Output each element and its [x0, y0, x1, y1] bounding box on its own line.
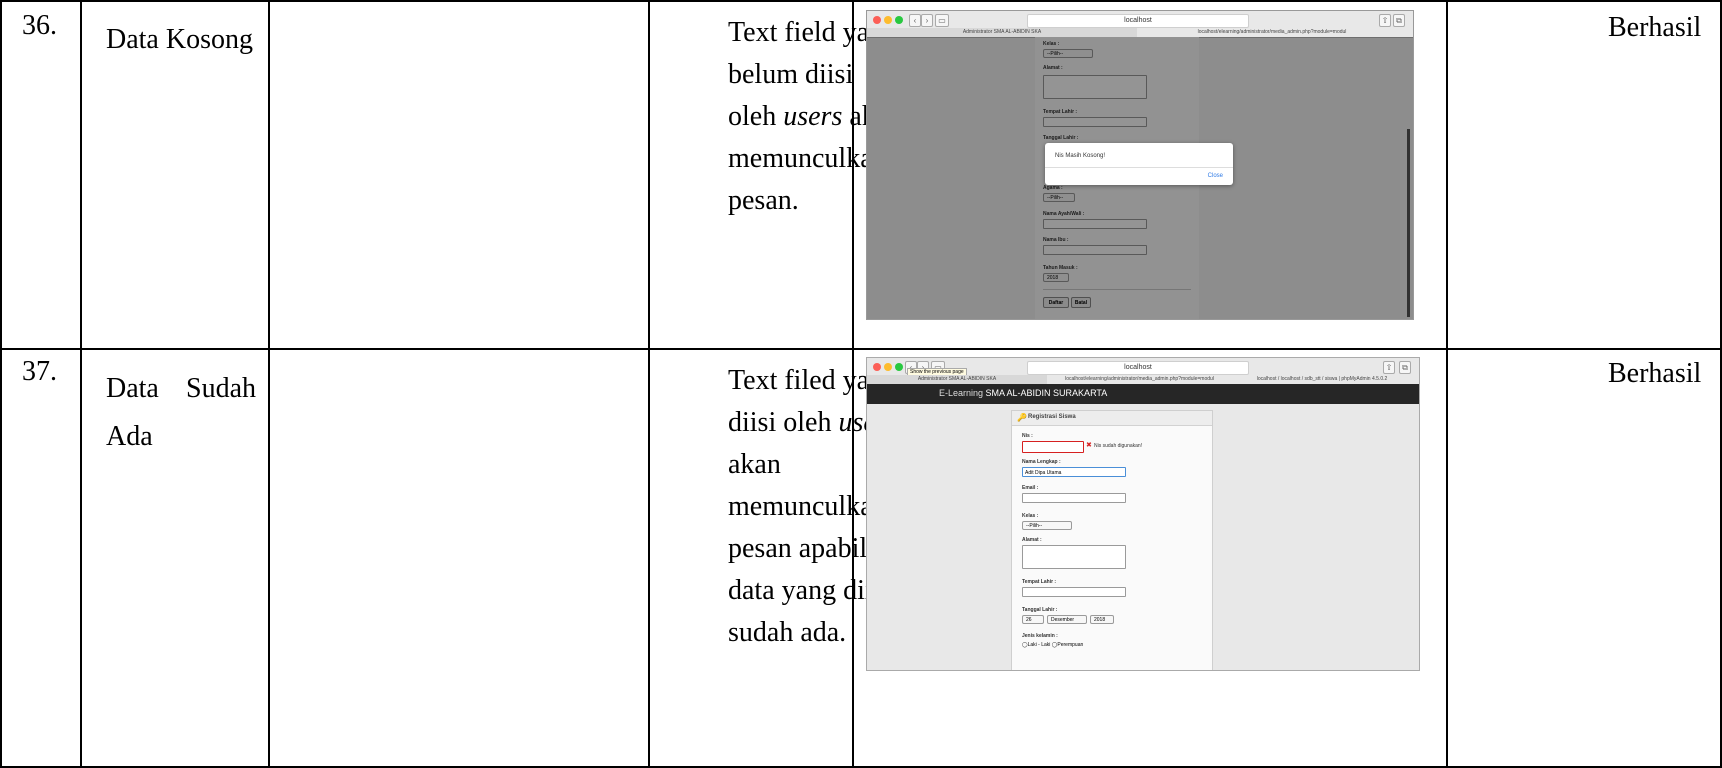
scenario-line: Data Sudah [106, 365, 256, 413]
tabs-icon[interactable]: ⧉ [1399, 361, 1411, 374]
label-alamat: Alamat : [1022, 537, 1042, 543]
scenario-label: Data Sudah Ada [106, 365, 256, 461]
maximize-dot-icon [895, 363, 903, 371]
alert-dialog: Nis Masih Kosong! Close [1045, 143, 1233, 185]
tab-media-admin[interactable]: localhost/elearning/administrator/media_… [1137, 28, 1407, 37]
label-tempat-lahir: Tempat Lahir : [1022, 579, 1057, 585]
panel-title: Registrasi Siswa [1028, 414, 1076, 420]
label-kelas: Kelas : [1022, 513, 1039, 519]
error-icon: ✖ [1086, 442, 1092, 449]
nis-error-message: Nis sudah digunakan! [1094, 443, 1143, 449]
browser-toolbar: ‹ › ▭ Show the previous page localhost ⇧… [867, 358, 1419, 385]
alert-divider [1045, 167, 1233, 168]
select-tahun[interactable]: 2018 [1090, 615, 1114, 624]
input-email[interactable] [1022, 493, 1126, 503]
col-border [1446, 0, 1448, 768]
label-nama-lengkap: Nama Lengkap : [1022, 459, 1061, 465]
row-number: 37. [22, 356, 57, 387]
select-bulan[interactable]: Desember [1047, 615, 1087, 624]
tab-admin[interactable]: Administrator SMA AL-ABIDIN SKA [867, 375, 1047, 384]
tabs-icon[interactable]: ⧉ [1393, 14, 1405, 27]
col-border [0, 0, 2, 768]
share-icon[interactable]: ⇧ [1379, 14, 1391, 27]
scenario-line: Ada [106, 421, 153, 452]
radio-female-label: Perempuan [1057, 642, 1084, 648]
registration-panel: 🔑 Registrasi Siswa Nis : ✖ Nis sudah dig… [1011, 410, 1213, 670]
alert-message: Nis Masih Kosong! [1055, 153, 1106, 159]
textarea-alamat[interactable] [1022, 545, 1126, 569]
select-kelas[interactable]: --Pilih-- [1022, 521, 1072, 530]
input-nis[interactable] [1022, 441, 1084, 453]
input-tempat-lahir[interactable] [1022, 587, 1126, 597]
input-nama-lengkap[interactable]: Adit Dipa Utama [1022, 467, 1126, 477]
site-title-prefix: E-Learning [939, 388, 986, 398]
forward-icon[interactable]: › [921, 14, 933, 27]
close-dot-icon [873, 363, 881, 371]
key-icon: 🔑 [1017, 413, 1027, 422]
gender-radio-group: ◯Laki - Laki ◯Perempuan [1022, 642, 1083, 648]
tab-bar: Administrator SMA AL-ABIDIN SKA localhos… [867, 28, 1413, 37]
share-icon[interactable]: ⇧ [1383, 361, 1395, 374]
scenario-word: Sudah [186, 373, 256, 404]
address-bar[interactable]: localhost [1027, 361, 1249, 375]
radio-male-label: Laki - Laki [1027, 642, 1051, 648]
screenshot-empty-data: ‹ › ▭ localhost ⇧ ⧉ Administrator SMA AL… [866, 10, 1414, 320]
panel-header: 🔑 Registrasi Siswa [1012, 411, 1212, 426]
minimize-dot-icon [884, 16, 892, 24]
col-border [648, 0, 650, 768]
table-border-top [0, 0, 1722, 2]
result-label: Berhasil [1608, 12, 1702, 43]
test-table: 36. Data Kosong Text field yang belum di… [0, 0, 1722, 768]
site-header: E-Learning SMA AL-ABIDIN SURAKARTA [867, 384, 1419, 404]
browser-toolbar: ‹ › ▭ localhost ⇧ ⧉ Administrator SMA AL… [867, 11, 1413, 38]
scenario-word: Data [106, 373, 159, 404]
select-tanggal[interactable]: 26 [1022, 615, 1044, 624]
back-icon[interactable]: ‹ [909, 14, 921, 27]
alert-close-button[interactable]: Close [1208, 173, 1223, 179]
result-label: Berhasil [1608, 358, 1702, 389]
label-tanggal-lahir: Tanggal Lahir : [1022, 607, 1058, 613]
desc-line: belum diisi [728, 59, 854, 90]
maximize-dot-icon [895, 16, 903, 24]
tab-admin[interactable]: Administrator SMA AL-ABIDIN SKA [867, 28, 1137, 37]
label-nis: Nis : [1022, 433, 1033, 439]
label-jenis-kelamin: Jenis kelamin : [1022, 633, 1058, 639]
site-title: E-Learning SMA AL-ABIDIN SURAKARTA [939, 388, 1107, 398]
tab-phpmyadmin[interactable]: localhost / localhost / sdb_stt / siswa … [1232, 375, 1412, 384]
row-divider [0, 348, 1722, 350]
sidebar-icon[interactable]: ▭ [935, 14, 949, 27]
address-bar[interactable]: localhost [1027, 14, 1249, 28]
site-title-main: SMA AL-ABIDIN SURAKARTA [985, 388, 1108, 398]
col-border [268, 0, 270, 768]
screenshot-duplicate-data: ‹ › ▭ Show the previous page localhost ⇧… [866, 357, 1420, 671]
col-border [80, 0, 82, 768]
label-email: Email : [1022, 485, 1039, 491]
close-dot-icon [873, 16, 881, 24]
tab-media-admin[interactable]: localhost/elearning/administrator/media_… [1047, 375, 1232, 384]
scenario-label: Data Kosong [106, 24, 253, 55]
row-number: 36. [22, 10, 57, 41]
tab-bar: Administrator SMA AL-ABIDIN SKA localhos… [867, 375, 1419, 384]
minimize-dot-icon [884, 363, 892, 371]
